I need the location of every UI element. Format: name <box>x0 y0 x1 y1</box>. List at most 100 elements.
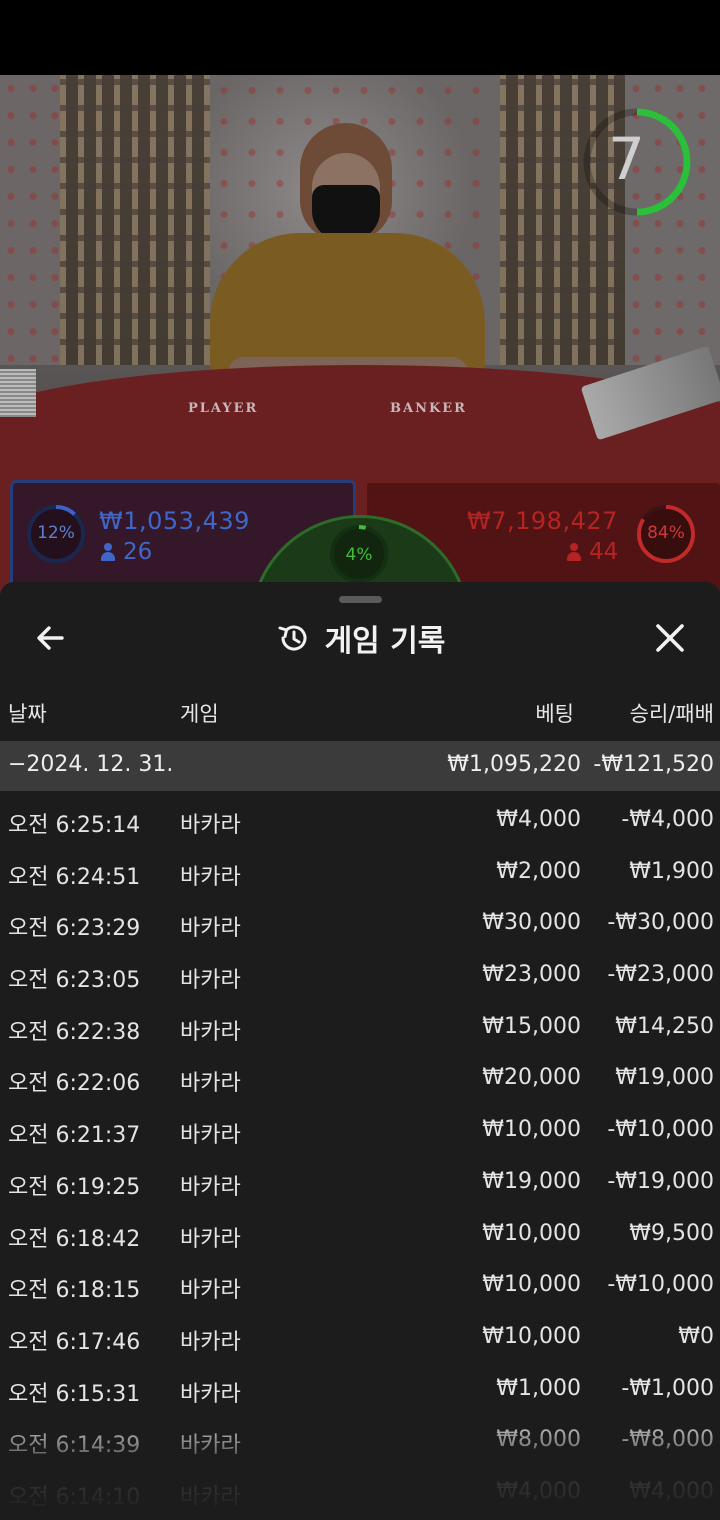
table-row[interactable]: 오전 6:22:06 바카라 ₩20,000 ₩19,000 <box>0 1053 720 1105</box>
row-bet: ₩8,000 <box>496 1427 581 1453</box>
row-winloss: -₩1,000 <box>621 1375 714 1401</box>
row-winloss: -₩4,000 <box>621 807 714 832</box>
row-winloss: ₩19,000 <box>615 1065 714 1091</box>
row-time: 오전 6:22:06 <box>8 1071 141 1097</box>
card-stack <box>0 369 36 417</box>
row-time: 오전 6:25:14 <box>8 813 141 838</box>
countdown-timer-value: 7 <box>608 125 645 193</box>
row-game: 바카라 <box>180 1226 241 1252</box>
row-bet: ₩4,000 <box>496 1478 581 1504</box>
person-icon <box>567 543 581 561</box>
row-game: 바카라 <box>180 1484 241 1510</box>
row-game: 바카라 <box>180 1123 241 1149</box>
row-winloss: -₩10,000 <box>607 1117 714 1143</box>
sheet-title: 게임 기록 <box>324 624 446 659</box>
date-group-row[interactable]: −2024. 12. 31. ₩1,095,220 -₩121,520 <box>0 741 720 791</box>
row-time: 오전 6:15:31 <box>8 1381 141 1407</box>
table-row[interactable]: 오전 6:22:38 바카라 ₩15,000 ₩14,250 <box>0 1002 720 1054</box>
row-time: 오전 6:14:10 <box>8 1484 141 1510</box>
row-game: 바카라 <box>180 813 241 838</box>
row-time: 오전 6:22:38 <box>8 1019 141 1045</box>
table-row[interactable]: 오전 6:23:05 바카라 ₩23,000 -₩23,000 <box>0 950 720 1002</box>
row-game: 바카라 <box>180 864 241 890</box>
table-row[interactable]: 오전 6:14:39 바카라 ₩8,000 -₩8,000 <box>0 1415 720 1467</box>
row-winloss: -₩19,000 <box>607 1168 714 1194</box>
row-game: 바카라 <box>180 1433 241 1459</box>
column-header-bet: 베팅 <box>535 702 574 726</box>
table-row[interactable]: 오전 6:18:42 바카라 ₩10,000 ₩9,500 <box>0 1209 720 1261</box>
row-game: 바카라 <box>180 1071 241 1097</box>
close-x-icon <box>656 624 684 652</box>
row-time: 오전 6:24:51 <box>8 864 141 890</box>
row-bet: ₩10,000 <box>482 1272 581 1298</box>
row-bet: ₩4,000 <box>496 807 581 832</box>
banker-bettor-count: 44 <box>567 539 618 565</box>
column-header-game: 게임 <box>180 702 219 726</box>
row-game: 바카라 <box>180 1278 241 1304</box>
row-bet: ₩10,000 <box>482 1323 581 1349</box>
row-game: 바카라 <box>180 1329 241 1355</box>
player-bettor-count: 26 <box>101 539 152 565</box>
row-winloss: -₩10,000 <box>607 1272 714 1298</box>
table-row[interactable]: 오전 6:21:37 바카라 ₩10,000 -₩10,000 <box>0 1105 720 1157</box>
row-bet: ₩2,000 <box>496 858 581 884</box>
date-group-date: −2024. 12. 31. <box>8 752 174 777</box>
game-history-sheet: 게임 기록 날짜 게임 베팅 승리/패배 −2024. 12. 31. ₩1,0… <box>0 582 720 1520</box>
backdrop-blossom-left <box>0 75 60 365</box>
row-winloss: -₩8,000 <box>621 1427 714 1453</box>
row-time: 오전 6:18:42 <box>8 1226 141 1252</box>
history-clock-icon <box>278 625 307 651</box>
status-bar <box>0 0 720 75</box>
row-time: 오전 6:17:46 <box>8 1329 141 1355</box>
table-row[interactable]: 오전 6:25:14 바카라 ₩4,000 -₩4,000 <box>0 795 720 847</box>
row-bet: ₩10,000 <box>482 1117 581 1143</box>
banker-percent-text: 84% <box>647 523 685 543</box>
table-row[interactable]: 오전 6:19:25 바카라 ₩19,000 -₩19,000 <box>0 1157 720 1209</box>
player-bet-amount: ₩1,053,439 <box>99 507 250 535</box>
table-label-player: PLAYER <box>188 401 259 416</box>
row-winloss: ₩4,000 <box>629 1478 714 1504</box>
lattice-screen-left <box>60 75 210 365</box>
row-time: 오전 6:19:25 <box>8 1174 141 1200</box>
table-label-banker: BANKER <box>390 401 467 416</box>
banker-bet-amount: ₩7,198,427 <box>467 507 618 535</box>
table-row[interactable]: 오전 6:24:51 바카라 ₩2,000 ₩1,900 <box>0 847 720 899</box>
row-time: 오전 6:23:29 <box>8 916 141 942</box>
row-bet: ₩20,000 <box>482 1065 581 1091</box>
row-game: 바카라 <box>180 1174 241 1200</box>
row-bet: ₩1,000 <box>496 1375 581 1401</box>
date-group-winloss-total: -₩121,520 <box>593 752 714 777</box>
column-header-date: 날짜 <box>8 702 47 726</box>
row-winloss: ₩0 <box>678 1323 714 1349</box>
row-time: 오전 6:18:15 <box>8 1278 141 1304</box>
banker-bettor-count-value: 44 <box>589 539 619 565</box>
table-row[interactable]: 오전 6:15:31 바카라 ₩1,000 -₩1,000 <box>0 1364 720 1416</box>
history-rows: 오전 6:25:14 바카라 ₩4,000 -₩4,000 오전 6:24:51 바카라 ₩… <box>0 795 720 1519</box>
table-row[interactable]: 오전 6:17:46 바카라 ₩10,000 ₩0 <box>0 1312 720 1364</box>
row-winloss: ₩1,900 <box>629 858 714 884</box>
row-game: 바카라 <box>180 1381 241 1407</box>
row-bet: ₩19,000 <box>482 1168 581 1194</box>
column-header-winloss: 승리/패배 <box>629 702 714 726</box>
row-game: 바카라 <box>180 1019 241 1045</box>
close-button[interactable] <box>650 618 690 658</box>
row-bet: ₩15,000 <box>482 1013 581 1039</box>
row-bet: ₩23,000 <box>482 962 581 988</box>
row-game: 바카라 <box>180 968 241 994</box>
row-game: 바카라 <box>180 916 241 942</box>
player-percent-text: 12% <box>37 523 75 543</box>
person-icon <box>101 543 115 561</box>
sheet-title-bar: 게임 기록 <box>0 618 720 659</box>
table-row[interactable]: 오전 6:18:15 바카라 ₩10,000 -₩10,000 <box>0 1260 720 1312</box>
table-row[interactable]: 오전 6:14:10 바카라 ₩4,000 ₩4,000 <box>0 1467 720 1519</box>
row-time: 오전 6:14:39 <box>8 1433 141 1459</box>
date-group-bet-total: ₩1,095,220 <box>447 752 581 777</box>
row-winloss: -₩23,000 <box>607 962 714 988</box>
table-row[interactable]: 오전 6:23:29 바카라 ₩30,000 -₩30,000 <box>0 898 720 950</box>
row-time: 오전 6:23:05 <box>8 968 141 994</box>
tie-percent-text: 4% <box>345 545 373 565</box>
sheet-drag-handle[interactable] <box>339 596 382 603</box>
player-bettor-count-value: 26 <box>123 539 153 565</box>
row-winloss: ₩14,250 <box>615 1013 714 1039</box>
live-dealer-video: PLAYER BANKER 7 12% ₩1,053,439 26 ₩7,198… <box>0 75 720 595</box>
